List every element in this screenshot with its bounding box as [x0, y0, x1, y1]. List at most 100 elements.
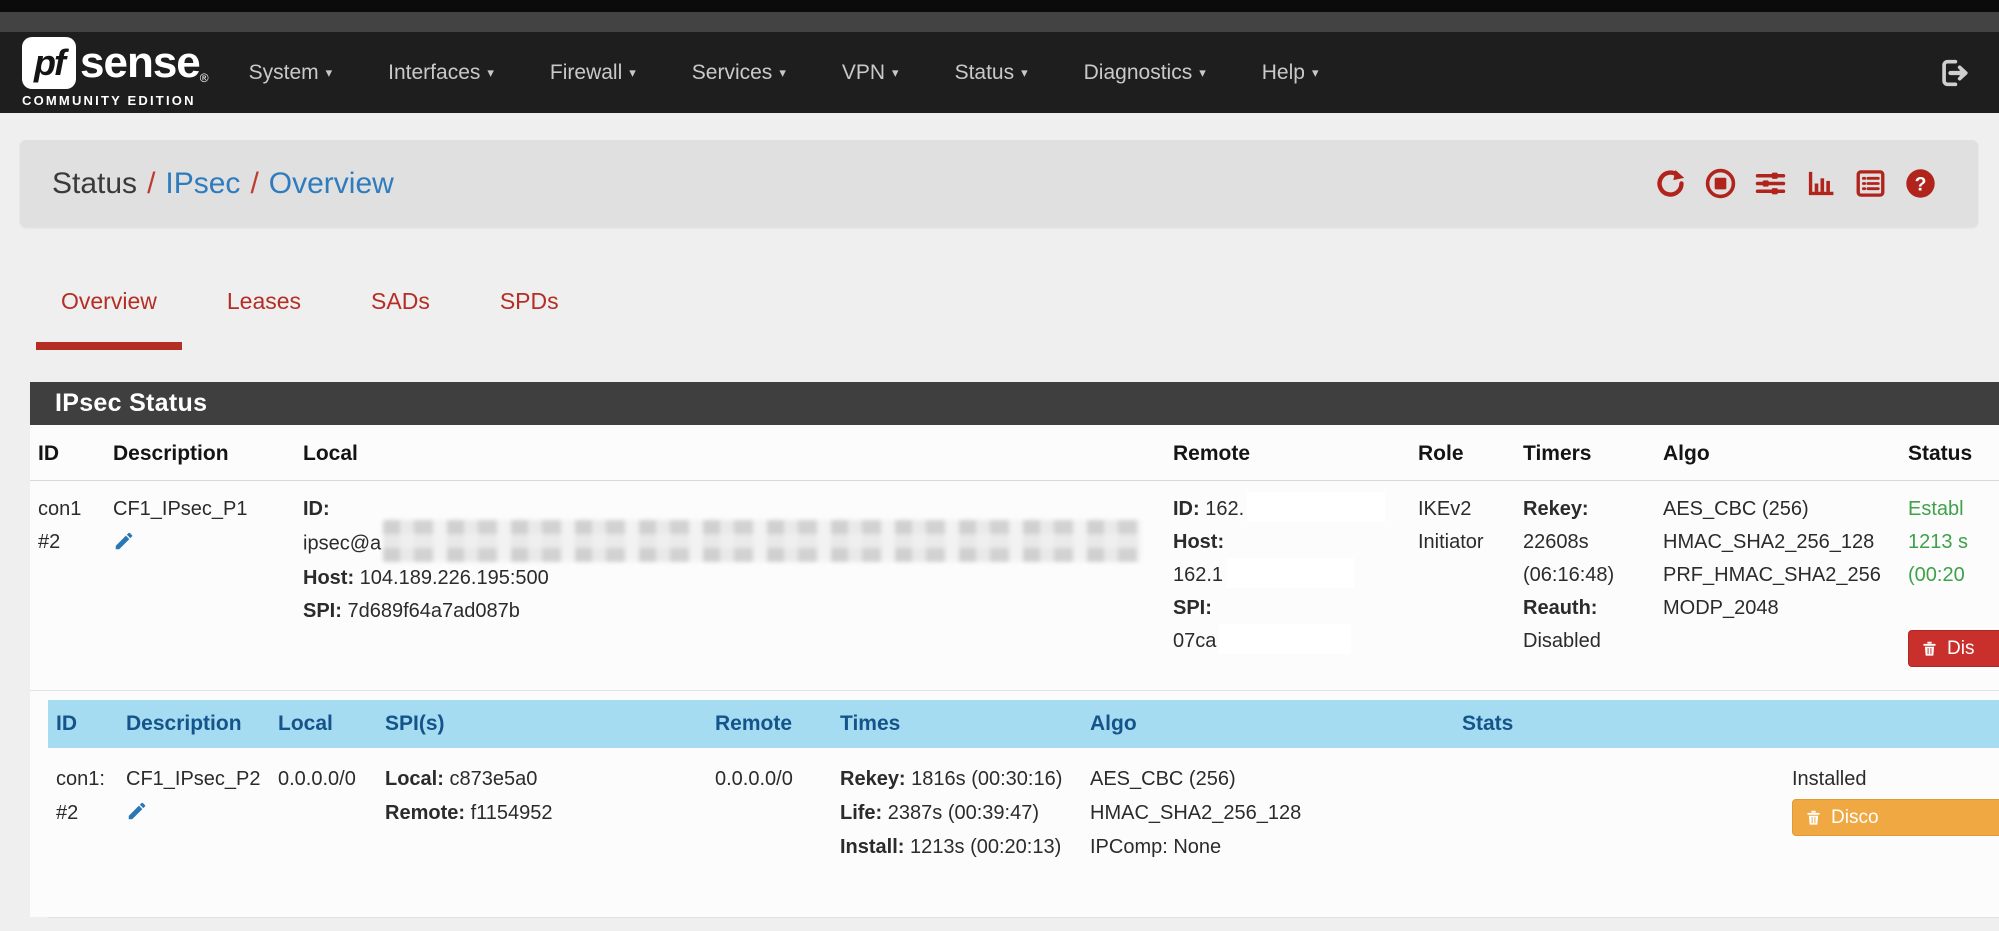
tab-sads[interactable]: SADs — [346, 288, 455, 337]
tab-spds[interactable]: SPDs — [475, 288, 584, 337]
status-seconds: 1213 s — [1908, 526, 1999, 559]
chevron-down-icon: ▾ — [1021, 65, 1028, 81]
column-header-timers: Timers — [1515, 425, 1655, 480]
window-title-strip — [0, 12, 1999, 32]
registered-mark: ® — [200, 71, 209, 85]
life-label: Life: — [840, 802, 882, 824]
local-id-label: ID: — [303, 498, 330, 520]
remote-spi-label: SPI: — [1173, 597, 1212, 619]
table-row: con1: #2 CF1_IPsec_P2 0.0.0.0/0 Local: c… — [48, 748, 1999, 917]
nav-item-help[interactable]: Help▾ — [1262, 61, 1319, 85]
role-value: Initiator — [1418, 526, 1507, 559]
disconnect-button-label: Dis — [1947, 639, 1974, 658]
nav-item-label: Firewall — [550, 61, 622, 85]
cell-timers: Rekey: 22608s (06:16:48) Reauth: Disable… — [1515, 480, 1655, 690]
breadcrumb-separator: / — [240, 167, 268, 200]
sense-logo-text: sense — [80, 41, 200, 85]
algo-integrity: HMAC_SHA2_256_128 — [1090, 796, 1446, 830]
edit-pencil-icon[interactable] — [113, 530, 135, 552]
nav-item-diagnostics[interactable]: Diagnostics ▾ — [1084, 61, 1206, 85]
remote-id-value: 162. — [1205, 498, 1244, 520]
tab-overview[interactable]: Overview — [36, 288, 182, 337]
help-icon[interactable]: ? — [1905, 168, 1936, 199]
connection-id: con1: — [56, 762, 110, 796]
child-column-algo: Algo — [1082, 700, 1454, 748]
breadcrumb-link-ipsec[interactable]: IPsec — [165, 167, 240, 200]
chevron-down-icon: ▾ — [892, 65, 899, 81]
nav-item-label: Diagnostics — [1084, 61, 1193, 85]
nav-item-vpn[interactable]: VPN▾ — [842, 61, 899, 85]
local-spi-label: SPI: — [303, 600, 342, 622]
pf-logo-mark: pf — [22, 37, 76, 89]
local-id-value: ipsec@a — [303, 532, 381, 554]
child-column-actions — [1784, 700, 1999, 748]
remote-network: 0.0.0.0/0 — [715, 762, 824, 796]
rekey-time: (06:16:48) — [1523, 559, 1647, 592]
local-spi-value: 7d689f64a7ad087b — [347, 600, 519, 622]
filter-sliders-icon[interactable] — [1755, 168, 1786, 199]
remote-host-label: Host: — [1173, 531, 1224, 553]
algo-prf: PRF_HMAC_SHA2_256 — [1663, 559, 1892, 592]
column-header-role: Role — [1410, 425, 1515, 480]
algo-encryption: AES_CBC (256) — [1090, 762, 1446, 796]
remote-host-value: 162.1 — [1173, 564, 1223, 586]
child-column-id: ID — [48, 700, 118, 748]
bar-chart-icon[interactable] — [1805, 168, 1836, 199]
log-list-icon[interactable] — [1855, 168, 1886, 199]
edit-pencil-icon[interactable] — [126, 800, 148, 822]
installed-status: Installed — [1792, 762, 1999, 796]
cell-stats — [1454, 748, 1784, 917]
connection-number: #2 — [38, 526, 97, 559]
cell-description: CF1_IPsec_P2 — [118, 748, 270, 917]
nav-item-label: Interfaces — [388, 61, 480, 85]
redacted-text — [1226, 558, 1354, 588]
cell-description: CF1_IPsec_P1 — [105, 480, 295, 690]
chevron-down-icon: ▾ — [779, 65, 786, 81]
nav-item-firewall[interactable]: Firewall ▾ — [550, 61, 636, 85]
disconnect-button[interactable]: Dis — [1908, 630, 1999, 667]
logout-icon[interactable] — [1937, 56, 1971, 90]
tab-bar: Overview Leases SADs SPDs — [36, 288, 604, 337]
algo-integrity: HMAC_SHA2_256_128 — [1663, 526, 1892, 559]
disconnect-child-button[interactable]: Disco — [1792, 799, 1999, 836]
child-column-stats: Stats — [1454, 700, 1784, 748]
install-value: 1213s (00:20:13) — [910, 836, 1061, 858]
chevron-down-icon: ▾ — [326, 65, 333, 81]
spi-local-label: Local: — [385, 768, 444, 790]
local-network: 0.0.0.0/0 — [278, 762, 369, 796]
column-header-description: Description — [105, 425, 295, 480]
main-menu: System▾ Interfaces▾ Firewall▾ Services▾ … — [249, 61, 1375, 85]
community-edition-label: COMMUNITY EDITION — [22, 93, 209, 108]
ipsec-status-table: ID Description Local Remote Role Timers … — [30, 425, 1999, 691]
nav-item-interfaces[interactable]: Interfaces▾ — [388, 61, 494, 85]
algo-ipcomp: IPComp: None — [1090, 830, 1446, 864]
refresh-icon[interactable] — [1655, 168, 1686, 199]
nav-item-services[interactable]: Services▾ — [692, 61, 786, 85]
redacted-text — [1247, 492, 1385, 522]
nav-item-label: System — [249, 61, 319, 85]
cell-child-status: Installed Disco — [1784, 748, 1999, 917]
cell-spis: Local: c873e5a0 Remote: f1154952 — [377, 748, 707, 917]
remote-id-label: ID: — [1173, 498, 1200, 520]
chevron-down-icon: ▾ — [629, 65, 636, 81]
redacted-text — [1219, 624, 1351, 654]
algo-encryption: AES_CBC (256) — [1663, 493, 1892, 526]
cell-id: con1 #2 — [30, 480, 105, 690]
chevron-down-icon: ▾ — [1199, 65, 1206, 81]
nav-item-system[interactable]: System ▾ — [249, 61, 333, 85]
algo-dhgroup: MODP_2048 — [1663, 592, 1892, 625]
cell-remote: 0.0.0.0/0 — [707, 748, 832, 917]
column-header-id: ID — [30, 425, 105, 480]
nav-item-status[interactable]: Status▾ — [955, 61, 1028, 85]
tab-leases[interactable]: Leases — [202, 288, 326, 337]
table-row: con1 #2 CF1_IPsec_P1 ID: ipsec@a Host: 1… — [30, 480, 1999, 690]
local-host-label: Host: — [303, 567, 354, 589]
breadcrumb-current: Status — [52, 167, 137, 200]
reauth-label: Reauth: — [1523, 592, 1647, 625]
stop-icon[interactable] — [1705, 168, 1736, 199]
pf-logo-text: pf — [34, 42, 64, 84]
pfsense-logo[interactable]: pf sense ® COMMUNITY EDITION — [22, 37, 209, 108]
breadcrumb-link-overview[interactable]: Overview — [269, 167, 394, 200]
nav-item-label: Help — [1262, 61, 1305, 85]
column-header-remote: Remote — [1165, 425, 1410, 480]
